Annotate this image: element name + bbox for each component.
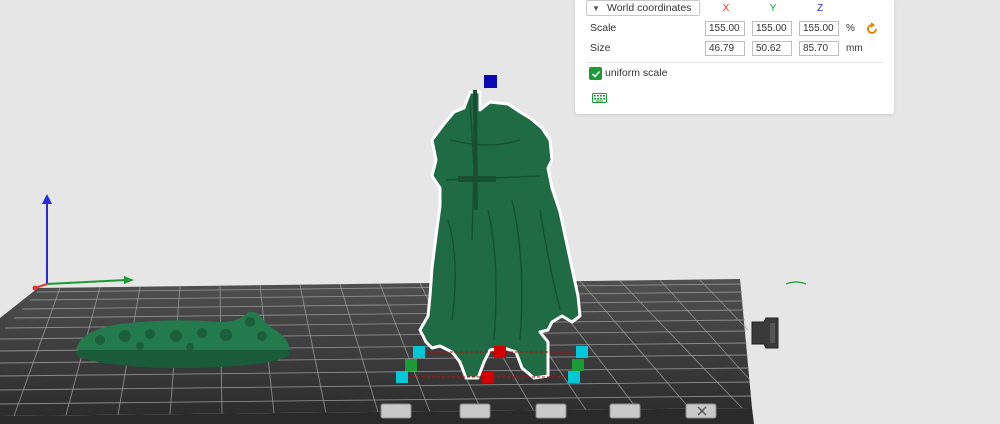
uniform-scale-checkbox[interactable] [589,67,602,80]
scale-y-input[interactable] [752,21,792,36]
axis-gizmo [32,194,134,291]
scale-unit: % [846,23,855,34]
scale-label: Scale [590,22,617,34]
axis-x-header: X [722,3,730,14]
coordinate-mode-dropdown[interactable]: ▼ World coordinates [586,0,700,16]
coordinate-mode-label: World coordinates [607,2,692,14]
reset-scale-icon[interactable] [865,22,879,36]
size-y-input[interactable] [752,41,792,56]
uniform-scale-label: uniform scale [605,67,668,79]
keyboard-icon[interactable] [592,93,607,103]
size-label: Size [590,42,611,54]
chevron-down-icon: ▼ [592,3,600,13]
size-z-input[interactable] [799,41,839,56]
scale-z-input[interactable] [799,21,839,36]
size-unit: mm [846,43,863,54]
axis-z-header: Z [816,3,824,14]
scale-x-input[interactable] [705,21,745,36]
size-x-input[interactable] [705,41,745,56]
panel-divider [586,62,883,63]
axis-y-header: Y [769,3,777,14]
scale-panel: ▼ World coordinates X Y Z Scale % Size m… [575,0,894,114]
checkmark-icon [591,70,600,78]
